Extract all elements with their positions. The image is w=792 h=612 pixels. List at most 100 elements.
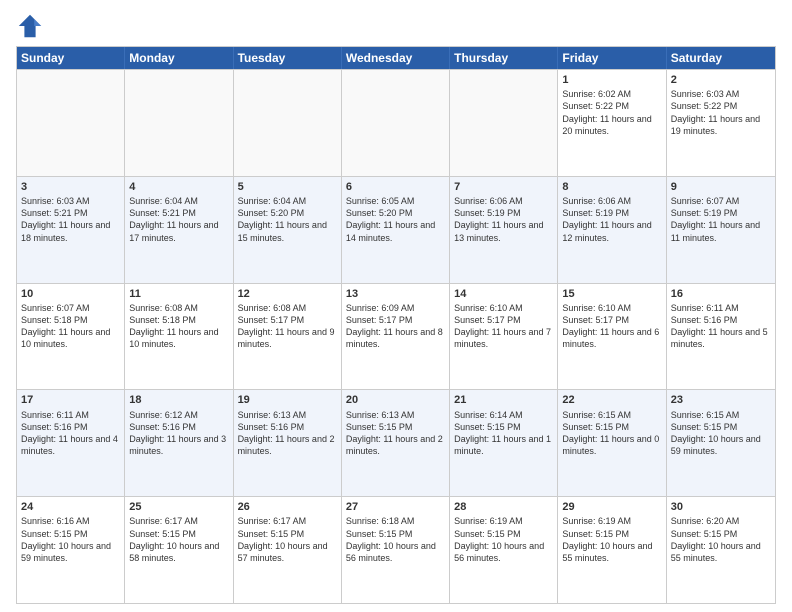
cal-cell-3-4: 21Sunrise: 6:14 AMSunset: 5:15 PMDayligh… [450,390,558,496]
day-number: 24 [21,500,120,514]
calendar-row-2: 10Sunrise: 6:07 AMSunset: 5:18 PMDayligh… [17,283,775,390]
calendar-row-1: 3Sunrise: 6:03 AMSunset: 5:21 PMDaylight… [17,176,775,283]
cell-detail: Sunrise: 6:08 AMSunset: 5:18 PMDaylight:… [129,302,228,351]
cell-detail: Sunrise: 6:19 AMSunset: 5:15 PMDaylight:… [562,515,661,564]
cell-detail: Sunrise: 6:09 AMSunset: 5:17 PMDaylight:… [346,302,445,351]
day-number: 7 [454,180,553,194]
cal-cell-3-0: 17 Sunrise: 6:11 AMSunset: 5:16 PMDayligh… [17,390,125,496]
cal-cell-4-3: 27Sunrise: 6:18 AMSunset: 5:15 PMDayligh… [342,497,450,603]
cal-cell-1-3: 6Sunrise: 6:05 AMSunset: 5:20 PMDaylight… [342,177,450,283]
day-number: 4 [129,180,228,194]
cal-cell-2-1: 11Sunrise: 6:08 AMSunset: 5:18 PMDayligh… [125,284,233,390]
day-number: 26 [238,500,337,514]
day-number: 23 [671,393,771,407]
cal-cell-2-6: 16Sunrise: 6:11 AMSunset: 5:16 PMDayligh… [667,284,775,390]
cell-detail: Sunrise: 6:18 AMSunset: 5:15 PMDaylight:… [346,515,445,564]
header-wednesday: Wednesday [342,47,450,69]
cell-detail: Sunrise: 6:04 AMSunset: 5:21 PMDaylight:… [129,195,228,244]
day-number: 16 [671,287,771,301]
cell-detail: Sunrise: 6:17 AMSunset: 5:15 PMDaylight:… [238,515,337,564]
day-number: 29 [562,500,661,514]
day-number: 3 [21,180,120,194]
day-number: 17 [21,393,120,407]
cal-cell-1-4: 7Sunrise: 6:06 AMSunset: 5:19 PMDaylight… [450,177,558,283]
day-number: 27 [346,500,445,514]
cell-detail: Sunrise: 6:17 AMSunset: 5:15 PMDaylight:… [129,515,228,564]
cal-cell-3-1: 18Sunrise: 6:12 AMSunset: 5:16 PMDayligh… [125,390,233,496]
cal-cell-1-0: 3Sunrise: 6:03 AMSunset: 5:21 PMDaylight… [17,177,125,283]
calendar-row-4: 24Sunrise: 6:16 AMSunset: 5:15 PMDayligh… [17,496,775,603]
header-sunday: Sunday [17,47,125,69]
cal-cell-2-5: 15Sunrise: 6:10 AMSunset: 5:17 PMDayligh… [558,284,666,390]
cell-detail: Sunrise: 6:08 AMSunset: 5:17 PMDaylight:… [238,302,337,351]
logo [16,12,48,40]
cal-cell-2-3: 13Sunrise: 6:09 AMSunset: 5:17 PMDayligh… [342,284,450,390]
day-number: 6 [346,180,445,194]
logo-icon [16,12,44,40]
cal-cell-3-5: 22 Sunrise: 6:15 AMSunset: 5:15 PMDayligh… [558,390,666,496]
day-number: 10 [21,287,120,301]
cell-detail: Sunrise: 6:07 AMSunset: 5:19 PMDaylight:… [671,195,771,244]
day-number: 1 [562,73,661,87]
cal-cell-4-6: 30Sunrise: 6:20 AMSunset: 5:15 PMDayligh… [667,497,775,603]
header-monday: Monday [125,47,233,69]
day-number: 2 [671,73,771,87]
page: Sunday Monday Tuesday Wednesday Thursday… [0,0,792,612]
calendar-row-3: 17 Sunrise: 6:11 AMSunset: 5:16 PMDayligh… [17,389,775,496]
header-saturday: Saturday [667,47,775,69]
header-thursday: Thursday [450,47,558,69]
day-number: 28 [454,500,553,514]
cell-detail: Sunrise: 6:10 AMSunset: 5:17 PMDaylight:… [454,302,553,351]
cell-detail: Sunrise: 6:11 AMSunset: 5:16 PMDaylight:… [21,409,120,458]
day-number: 14 [454,287,553,301]
header-tuesday: Tuesday [234,47,342,69]
cell-detail: Sunrise: 6:16 AMSunset: 5:15 PMDaylight:… [21,515,120,564]
cal-cell-1-5: 8Sunrise: 6:06 AMSunset: 5:19 PMDaylight… [558,177,666,283]
day-number: 15 [562,287,661,301]
cell-detail: Sunrise: 6:14 AMSunset: 5:15 PMDaylight:… [454,409,553,458]
cal-cell-3-6: 23 Sunrise: 6:15 AMSunset: 5:15 PMDayligh… [667,390,775,496]
cell-detail: Sunrise: 6:15 AMSunset: 5:15 PMDaylight:… [671,409,771,458]
calendar-row-0: 1Sunrise: 6:02 AMSunset: 5:22 PMDaylight… [17,69,775,176]
calendar-body: 1Sunrise: 6:02 AMSunset: 5:22 PMDaylight… [17,69,775,603]
cell-detail: Sunrise: 6:13 AMSunset: 5:15 PMDaylight:… [346,409,445,458]
cell-detail: Sunrise: 6:11 AMSunset: 5:16 PMDaylight:… [671,302,771,351]
cal-cell-0-6: 2Sunrise: 6:03 AMSunset: 5:22 PMDaylight… [667,70,775,176]
cal-cell-2-0: 10Sunrise: 6:07 AMSunset: 5:18 PMDayligh… [17,284,125,390]
cell-detail: Sunrise: 6:03 AMSunset: 5:21 PMDaylight:… [21,195,120,244]
day-number: 13 [346,287,445,301]
day-number: 22 [562,393,661,407]
day-number: 12 [238,287,337,301]
cal-cell-0-5: 1Sunrise: 6:02 AMSunset: 5:22 PMDaylight… [558,70,666,176]
cell-detail: Sunrise: 6:03 AMSunset: 5:22 PMDaylight:… [671,88,771,137]
day-number: 5 [238,180,337,194]
day-number: 11 [129,287,228,301]
cell-detail: Sunrise: 6:06 AMSunset: 5:19 PMDaylight:… [562,195,661,244]
cell-detail: Sunrise: 6:19 AMSunset: 5:15 PMDaylight:… [454,515,553,564]
calendar-header: Sunday Monday Tuesday Wednesday Thursday… [17,47,775,69]
cal-cell-1-1: 4Sunrise: 6:04 AMSunset: 5:21 PMDaylight… [125,177,233,283]
cal-cell-4-1: 25Sunrise: 6:17 AMSunset: 5:15 PMDayligh… [125,497,233,603]
cell-detail: Sunrise: 6:15 AMSunset: 5:15 PMDaylight:… [562,409,661,458]
cal-cell-0-0 [17,70,125,176]
cal-cell-3-3: 20 Sunrise: 6:13 AMSunset: 5:15 PMDayligh… [342,390,450,496]
cal-cell-4-4: 28Sunrise: 6:19 AMSunset: 5:15 PMDayligh… [450,497,558,603]
cal-cell-0-4 [450,70,558,176]
day-number: 20 [346,393,445,407]
cal-cell-1-2: 5Sunrise: 6:04 AMSunset: 5:20 PMDaylight… [234,177,342,283]
cell-detail: Sunrise: 6:07 AMSunset: 5:18 PMDaylight:… [21,302,120,351]
header [16,12,776,40]
cell-detail: Sunrise: 6:10 AMSunset: 5:17 PMDaylight:… [562,302,661,351]
cal-cell-3-2: 19Sunrise: 6:13 AMSunset: 5:16 PMDayligh… [234,390,342,496]
cell-detail: Sunrise: 6:06 AMSunset: 5:19 PMDaylight:… [454,195,553,244]
cal-cell-1-6: 9Sunrise: 6:07 AMSunset: 5:19 PMDaylight… [667,177,775,283]
cal-cell-4-2: 26Sunrise: 6:17 AMSunset: 5:15 PMDayligh… [234,497,342,603]
cell-detail: Sunrise: 6:20 AMSunset: 5:15 PMDaylight:… [671,515,771,564]
cell-detail: Sunrise: 6:13 AMSunset: 5:16 PMDaylight:… [238,409,337,458]
day-number: 18 [129,393,228,407]
header-friday: Friday [558,47,666,69]
cal-cell-0-1 [125,70,233,176]
cell-detail: Sunrise: 6:04 AMSunset: 5:20 PMDaylight:… [238,195,337,244]
cal-cell-0-2 [234,70,342,176]
day-number: 25 [129,500,228,514]
